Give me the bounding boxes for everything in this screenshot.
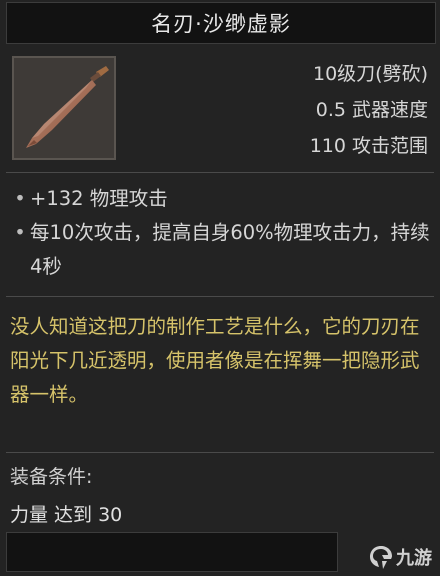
item-effects: • +132 物理攻击 • 每10次攻击，提高自身60%物理攻击力，持续4秒: [10, 182, 435, 284]
item-title-bar: 名刃·沙缈虚影: [6, 2, 436, 44]
stat-attack-range: 110 攻击范围: [309, 135, 428, 157]
item-name: 名刃·沙缈虚影: [151, 12, 291, 36]
watermark-logo: 九游: [368, 544, 432, 570]
watermark-text: 九游: [396, 548, 432, 569]
bullet-icon: •: [14, 187, 26, 210]
bottom-panel: [6, 532, 338, 572]
effect-row: • +132 物理攻击: [10, 182, 435, 216]
stat-weapon-speed: 0.5 武器速度: [315, 99, 428, 121]
effect-text: +132 物理攻击: [30, 187, 168, 210]
divider: [6, 296, 434, 297]
item-icon-slot: [12, 56, 116, 160]
divider: [6, 172, 434, 173]
item-stats: 10级刀(劈砍) 0.5 武器速度 110 攻击范围: [178, 56, 428, 164]
requirement-value: 力量 达到 30: [10, 504, 123, 526]
item-flavor-text: 没人知道这把刀的制作工艺是什么，它的刀刃在阳光下几近透明，使用者像是在挥舞一把隐…: [10, 315, 420, 406]
requirement-label: 装备条件:: [10, 466, 93, 488]
effect-text: 每10次攻击，提高自身60%物理攻击力，持续4秒: [30, 221, 430, 278]
effect-row: • 每10次攻击，提高自身60%物理攻击力，持续4秒: [10, 216, 435, 284]
jiuyou-logo-icon: [370, 546, 392, 569]
item-tooltip: 名刃·沙缈虚影 10级刀(劈砍) 0.5 武器速度 110 攻击范围 • +13…: [0, 0, 440, 576]
machete-icon: [26, 66, 109, 148]
stat-weapon-type: 10级刀(劈砍): [312, 63, 428, 85]
divider: [6, 452, 434, 453]
bullet-icon: •: [14, 221, 26, 244]
